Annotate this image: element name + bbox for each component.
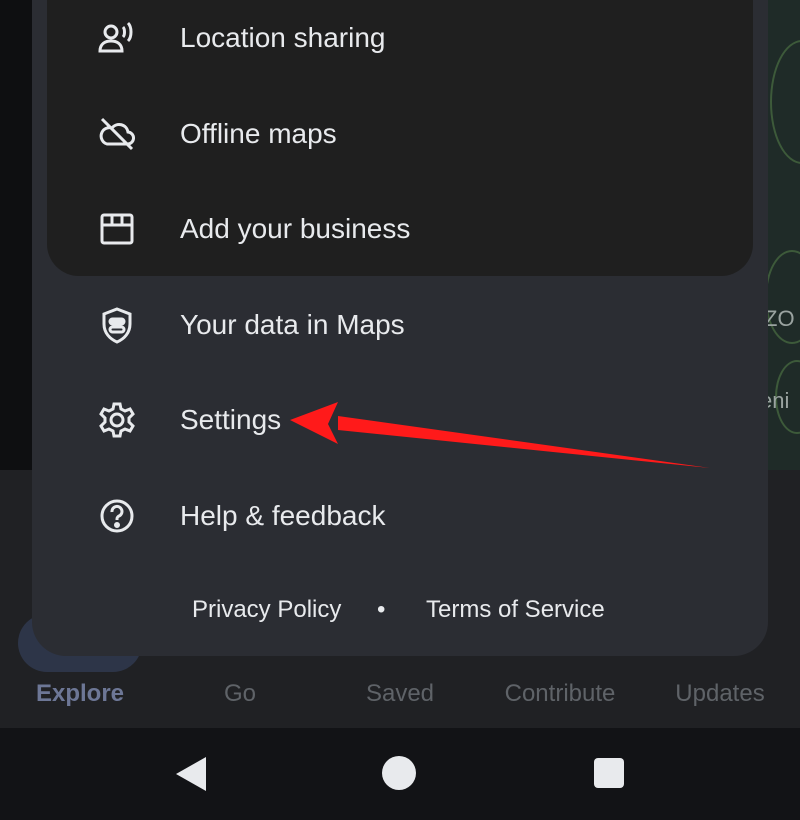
menu-item-label: Settings — [180, 404, 282, 435]
nav-contribute[interactable]: Contribute — [480, 680, 640, 708]
terms-of-service-link[interactable]: Terms of Service — [426, 596, 605, 624]
menu-item-your-data[interactable]: Your data in Maps — [96, 295, 696, 355]
storefront-icon — [96, 208, 138, 250]
home-icon[interactable] — [382, 756, 416, 790]
menu-item-label: Add your business — [180, 213, 411, 244]
menu-item-label: Your data in Maps — [180, 309, 405, 340]
menu-item-location-sharing[interactable]: Location sharing — [96, 8, 696, 68]
menu-item-help-feedback[interactable]: Help & feedback — [96, 486, 696, 546]
nav-saved[interactable]: Saved — [320, 680, 480, 708]
nav-explore[interactable]: Explore — [0, 680, 160, 708]
offline-maps-icon — [96, 113, 138, 155]
menu-item-label: Offline maps — [180, 118, 337, 149]
footer-separator: • — [377, 596, 386, 623]
menu-item-label: Location sharing — [180, 22, 386, 53]
map-label: ZO — [764, 306, 795, 331]
help-icon — [96, 495, 138, 537]
menu-item-settings[interactable]: Settings — [96, 390, 696, 450]
menu-footer: Privacy Policy • Terms of Service — [0, 590, 800, 630]
privacy-policy-link[interactable]: Privacy Policy — [192, 596, 341, 624]
back-icon[interactable] — [176, 757, 206, 791]
nav-go[interactable]: Go — [160, 680, 320, 708]
menu-item-offline-maps[interactable]: Offline maps — [96, 104, 696, 164]
menu-item-add-business[interactable]: Add your business — [96, 199, 696, 259]
recents-icon[interactable] — [594, 758, 624, 788]
gear-icon — [96, 399, 138, 441]
location-sharing-icon — [96, 17, 138, 59]
shield-icon — [96, 304, 138, 346]
menu-item-label: Help & feedback — [180, 500, 386, 531]
map-road — [770, 40, 800, 164]
nav-updates[interactable]: Updates — [640, 680, 800, 708]
